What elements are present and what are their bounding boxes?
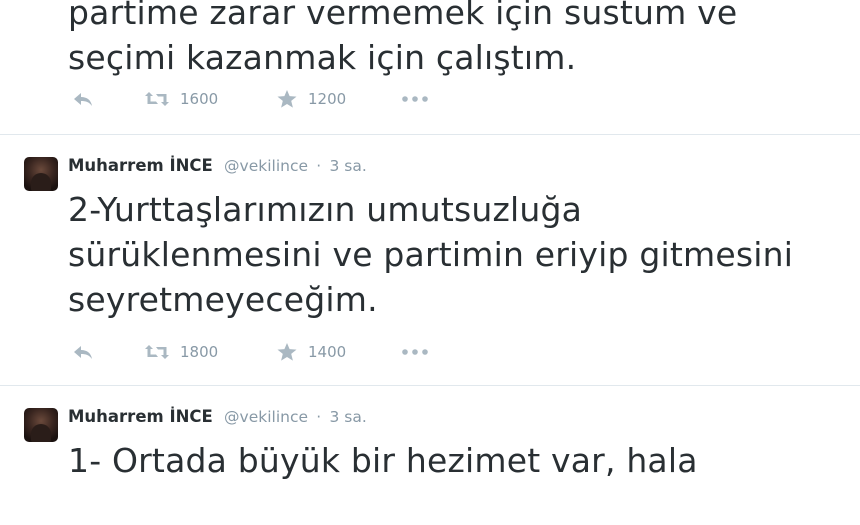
tweet-header: Muharrem İNCE @vekilince · 3 sa. [68,155,367,177]
avatar[interactable] [24,157,58,191]
retweet-icon [145,345,169,359]
star-icon [277,343,297,361]
tweet-text-line: seyretmeyeceğim. [68,280,378,319]
retweet-count: 1800 [180,343,219,361]
tweet-text-line: partime zarar vermemek için sustum ve [68,0,738,32]
more-button[interactable] [401,87,429,111]
tweet-text: 1- Ortada büyük bir hezimet var, hala [68,438,848,483]
tweet-header: Muharrem İNCE @vekilince · 3 sa. [68,406,367,428]
tweet-text-line: sürüklenmesini ve partimin eriyip gitmes… [68,235,794,274]
retweet-icon [145,92,169,106]
tweet-timestamp[interactable]: 3 sa. [329,408,366,426]
tweet-timeline: partime zarar vermemek için sustum ve se… [0,0,860,480]
favorite-count: 1400 [308,343,347,361]
tweet-text-line: seçimi kazanmak için çalıştım. [68,38,577,77]
tweet-item[interactable]: Muharrem İNCE @vekilince · 3 sa. 1- Orta… [0,385,860,525]
more-icon [402,96,428,102]
reply-button[interactable] [72,87,94,111]
retweet-button[interactable]: 1600 [144,87,218,111]
tweet-actions: 1800 1400 [68,340,568,364]
tweet-timestamp[interactable]: 3 sa. [329,157,366,175]
author-name[interactable]: Muharrem İNCE [68,407,213,426]
tweet-actions: 1600 1200 [68,87,568,111]
author-username[interactable]: @vekilince [224,157,308,175]
avatar[interactable] [24,408,58,442]
favorite-button[interactable]: 1200 [276,87,346,111]
reply-icon [74,93,92,106]
tweet-text-line: 1- Ortada büyük bir hezimet var, hala [68,441,698,480]
tweet-text: partime zarar vermemek için sustum ve se… [68,0,848,80]
favorite-button[interactable]: 1400 [276,340,346,364]
star-icon [277,90,297,108]
tweet-text-line: 2-Yurttaşlarımızın umutsuzluğa [68,190,583,229]
tweet-item[interactable]: Muharrem İNCE @vekilince · 3 sa. 2-Yurtt… [0,134,860,384]
author-username[interactable]: @vekilince [224,408,308,426]
retweet-button[interactable]: 1800 [144,340,218,364]
header-separator: · [316,408,322,426]
tweet-text: 2-Yurttaşlarımızın umutsuzluğa sürüklenm… [68,187,848,322]
reply-button[interactable] [72,340,94,364]
author-name[interactable]: Muharrem İNCE [68,156,213,175]
reply-icon [74,346,92,359]
more-icon [402,349,428,355]
more-button[interactable] [401,340,429,364]
header-separator: · [316,157,322,175]
favorite-count: 1200 [308,90,347,108]
tweet-item[interactable]: partime zarar vermemek için sustum ve se… [0,0,860,134]
retweet-count: 1600 [180,90,219,108]
